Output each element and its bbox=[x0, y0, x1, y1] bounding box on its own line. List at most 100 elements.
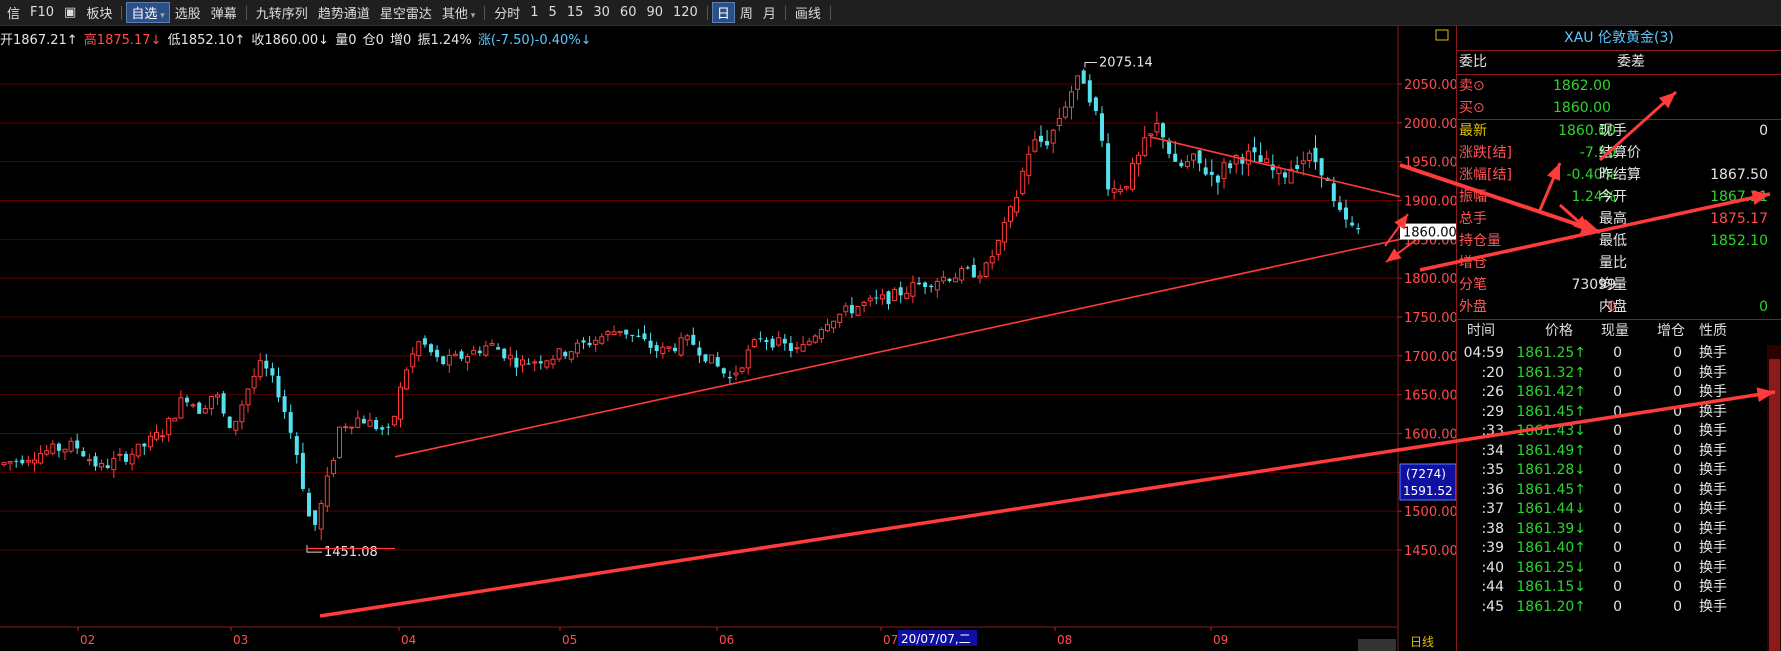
candle-body-up bbox=[709, 354, 715, 364]
candle-body-up bbox=[398, 386, 403, 420]
candle-body-down bbox=[459, 351, 464, 359]
quote-value: 1852.10 bbox=[1710, 233, 1768, 249]
candle-body-down bbox=[1319, 158, 1324, 176]
candle-body-up bbox=[257, 360, 263, 378]
candle-body-down bbox=[429, 344, 433, 353]
candle-body-up bbox=[1032, 139, 1038, 152]
candle-body-down bbox=[929, 285, 934, 288]
candle-body-up bbox=[837, 313, 843, 324]
toolbar-item[interactable]: 周 bbox=[735, 3, 758, 22]
toolbar-item[interactable]: 90 bbox=[641, 5, 668, 20]
low-annotation: 1451.08 bbox=[324, 545, 378, 560]
toolbar-item[interactable]: 15 bbox=[562, 5, 589, 20]
toolbar-item[interactable]: 九转序列 bbox=[251, 3, 313, 22]
candle-body-down bbox=[581, 340, 586, 343]
candle-body-up bbox=[818, 328, 824, 340]
tick-nature: 换手 bbox=[1699, 598, 1727, 615]
candle-body-down bbox=[764, 339, 769, 343]
quote-value: 1875.17 bbox=[1710, 211, 1768, 227]
y-tick-label: 1700.00 bbox=[1404, 350, 1456, 365]
candle-body-down bbox=[422, 338, 427, 345]
th-inc: 增仓 bbox=[1657, 323, 1685, 339]
toolbar: 信F10▣板块自选选股弹幕九转序列趋势通道星空雷达其他分时15153060901… bbox=[0, 0, 1781, 26]
candle-body-down bbox=[654, 345, 659, 352]
toolbar-item[interactable]: 5 bbox=[544, 5, 562, 20]
toolbar-item[interactable]: ▣ bbox=[59, 5, 81, 20]
quote-label: 昨结算 bbox=[1599, 167, 1641, 183]
candlestick-chart[interactable]: 2050.002000.001950.001900.001850.001800.… bbox=[0, 26, 1456, 651]
candle-body-up bbox=[995, 239, 1001, 255]
toolbar-item[interactable]: 弹幕 bbox=[206, 3, 242, 22]
candle-body-up bbox=[544, 360, 550, 368]
candle-body-up bbox=[489, 342, 495, 346]
candle-body-down bbox=[1331, 183, 1336, 202]
candle-body-up bbox=[172, 417, 178, 422]
toolbar-item[interactable]: 月 bbox=[758, 3, 781, 22]
x-tick-label: 04 bbox=[401, 633, 416, 647]
quote-label: 最高 bbox=[1599, 211, 1627, 227]
toolbar-item[interactable]: 日 bbox=[711, 2, 735, 23]
candle-body-up bbox=[1136, 154, 1142, 165]
candle-body-up bbox=[1062, 106, 1068, 118]
toolbar-item[interactable]: 自选 bbox=[126, 2, 170, 23]
candle-body-down bbox=[477, 350, 482, 354]
candle-body-down bbox=[538, 361, 543, 364]
candle-body-up bbox=[62, 448, 68, 453]
toolbar-item[interactable]: F10 bbox=[25, 5, 59, 20]
candle-body-up bbox=[953, 277, 959, 283]
toolbar-item[interactable]: 30 bbox=[588, 5, 615, 20]
toolbar-item[interactable]: 画线 bbox=[790, 3, 826, 22]
last-price-label: 1860.00 bbox=[1403, 226, 1456, 241]
toolbar-item[interactable]: 选股 bbox=[170, 3, 206, 22]
tick-row[interactable]: :45 1861.20↑ 0 0 换手 bbox=[1457, 596, 1781, 618]
candle-body-up bbox=[879, 294, 885, 300]
candle-body-up bbox=[38, 452, 44, 464]
candle-body-up bbox=[239, 404, 245, 423]
scrollbar-thumb[interactable] bbox=[1769, 359, 1780, 651]
ticks-scrollbar[interactable] bbox=[1767, 345, 1781, 651]
candle-body-up bbox=[44, 450, 50, 455]
toolbar-separator bbox=[706, 5, 708, 20]
quote-label: 涨跌[结] bbox=[1459, 145, 1512, 161]
weibi-row: 委比 委差 bbox=[1457, 51, 1781, 73]
toolbar-item[interactable]: 分时 bbox=[489, 3, 525, 22]
x-tick-label: 07 bbox=[883, 633, 898, 647]
toolbar-item[interactable]: 星空雷达 bbox=[375, 3, 437, 22]
candle-body-down bbox=[1039, 135, 1043, 142]
candle-body-up bbox=[776, 337, 782, 346]
candle-body-up bbox=[410, 353, 416, 368]
th-time: 时间 bbox=[1467, 323, 1495, 339]
quote-label: 最低 bbox=[1599, 233, 1627, 249]
candle-body-up bbox=[843, 305, 849, 313]
toolbar-item[interactable]: 板块 bbox=[81, 3, 117, 22]
toolbar-item[interactable]: 趋势通道 bbox=[313, 3, 375, 22]
candle-body-up bbox=[867, 297, 873, 302]
buy-row: 买⊙ 1860.00 bbox=[1457, 97, 1781, 119]
candle-body-down bbox=[380, 427, 385, 430]
candle-body-down bbox=[1252, 147, 1257, 153]
toolbar-item[interactable]: 60 bbox=[615, 5, 642, 20]
y-tick-label: 2050.00 bbox=[1404, 78, 1456, 93]
candle-body-up bbox=[404, 369, 410, 390]
candle-body-down bbox=[1258, 155, 1263, 162]
toolbar-item[interactable]: 信 bbox=[2, 3, 25, 22]
quote-label: 结算价 bbox=[1599, 145, 1641, 161]
candle-body-up bbox=[178, 397, 184, 419]
candle-body-up bbox=[593, 339, 599, 345]
candle-body-up bbox=[800, 344, 806, 352]
candle-body-down bbox=[563, 351, 568, 357]
toolbar-item[interactable]: 1 bbox=[525, 5, 543, 20]
y-tick-label: 1950.00 bbox=[1404, 156, 1456, 171]
candle-body-up bbox=[520, 359, 525, 366]
candle-body-up bbox=[446, 354, 452, 366]
candle-body-down bbox=[1228, 163, 1233, 169]
candle-body-up bbox=[666, 346, 672, 349]
candle-body-down bbox=[727, 376, 732, 379]
toolbar-item[interactable]: 120 bbox=[668, 5, 703, 20]
candle-body-up bbox=[452, 353, 458, 357]
candle-body-up bbox=[977, 275, 983, 279]
candle-body-down bbox=[294, 436, 299, 456]
candle-body-down bbox=[788, 343, 793, 351]
candle-body-up bbox=[568, 351, 574, 360]
toolbar-item[interactable]: 其他 bbox=[437, 3, 480, 22]
